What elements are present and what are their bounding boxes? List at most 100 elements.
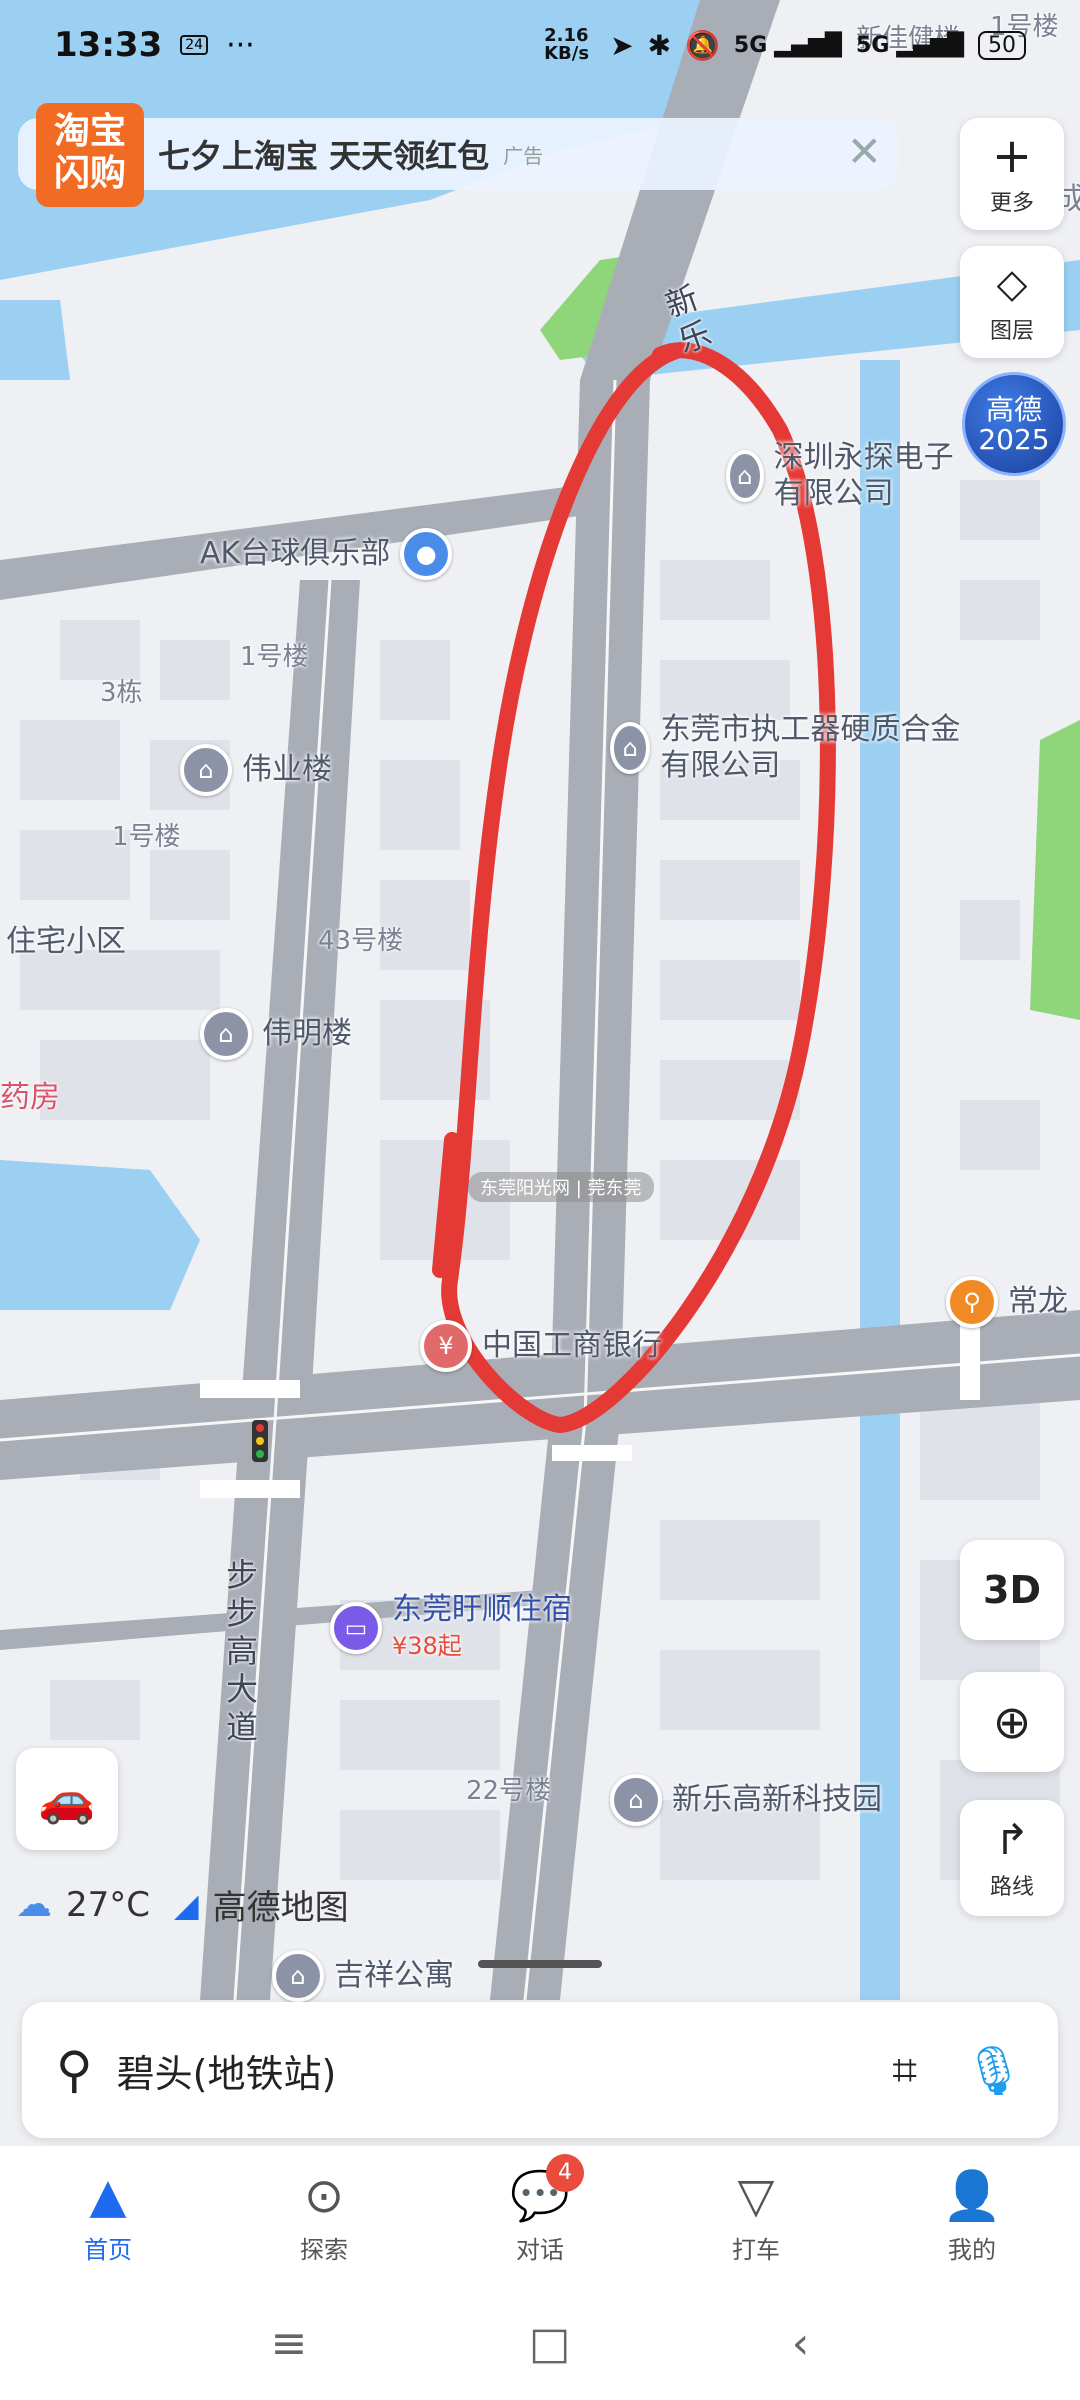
location-pin-icon: ⊙ — [303, 2167, 345, 2224]
route-button[interactable]: ↱ 路线 — [960, 1800, 1064, 1916]
poi-label: 中国工商银行 — [482, 1328, 662, 1363]
bank-icon: ¥ — [420, 1320, 472, 1372]
poi-weiming-building[interactable]: ⌂ 伟明楼 — [200, 1008, 352, 1060]
building-icon: ⌂ — [272, 1950, 324, 2002]
3d-label: 3D — [983, 1568, 1041, 1612]
poi-label: AK台球俱乐部 — [200, 536, 391, 571]
taxi-icon: ▽ — [737, 2167, 775, 2224]
map-label: 药房 — [0, 1080, 60, 1115]
poi-ak-billiards[interactable]: ● AK台球俱乐部 — [200, 528, 453, 580]
user-icon: 👤 — [942, 2167, 1002, 2224]
menu-icon[interactable]: ≡ — [271, 2318, 308, 2369]
route-label: 路线 — [989, 1875, 1034, 1900]
more-label: 更多 — [989, 191, 1034, 216]
ad-banner[interactable]: 淘宝 闪购 七夕上淘宝 天天领红包 广告 ✕ — [18, 103, 898, 207]
app-name: 高德地图 — [212, 1888, 349, 1928]
bottom-nav: ▲ 首页 ⊙ 探索 💬 4 对话 ▽ 打车 👤 我的 — [0, 2146, 1080, 2286]
car-icon: 🚗 — [38, 1771, 96, 1826]
poi-label: 东莞市执工器硬质合金有限公司 — [660, 712, 961, 783]
poi-dongguan-company[interactable]: ⌂ 东莞市执工器硬质合金有限公司 — [610, 712, 970, 784]
gaode-2025-badge[interactable]: 高德 2025 — [962, 372, 1066, 476]
tab-label: 我的 — [948, 2235, 996, 2264]
poi-jixiang-apartment[interactable]: ⌂ 吉祥公寓 — [272, 1950, 454, 2002]
poi-price: ¥38起 — [392, 1632, 462, 1660]
map-label: 住宅小区 — [6, 924, 126, 959]
poi-weiye-building[interactable]: ⌂ 伟业楼 — [180, 744, 332, 796]
poi-label: 伟业楼 — [242, 752, 332, 787]
poi-label: 吉祥公寓 — [334, 1958, 454, 1993]
signal-icon: 5G ▂▄▆█ — [855, 32, 964, 58]
building-icon: ⌂ — [610, 722, 651, 774]
poi-hotel[interactable]: ▭ 东莞盱顺住宿 ¥38起 — [330, 1592, 572, 1664]
poi-tech-park[interactable]: ⌂ 新乐高新科技园 — [610, 1774, 882, 1826]
hotel-icon: ▭ — [330, 1602, 382, 1654]
map-label: 43号楼 — [318, 926, 404, 956]
building-icon: ⌂ — [610, 1774, 662, 1826]
poi-label: 深圳永探电子有限公司 — [773, 440, 954, 511]
voice-mic-icon[interactable]: 🎙 — [963, 2042, 1024, 2099]
gaode-logo-icon: ◢ — [174, 1885, 199, 1924]
weather-widget[interactable]: ☁ 27°C ◢ 高德地图 — [16, 1880, 349, 1929]
rain-cloud-icon: ☁ — [16, 1884, 52, 1925]
poi-shenzhen-company[interactable]: ⌂ 深圳永探电子有限公司 — [726, 440, 976, 512]
weather-temp: 27°C — [66, 1884, 151, 1925]
mute-icon: 🔕 — [685, 28, 720, 62]
ad-text: 七夕上淘宝 天天领红包 — [158, 137, 490, 175]
3d-button[interactable]: 3D — [960, 1540, 1064, 1640]
bluetooth-icon: ✱ — [647, 28, 672, 62]
status-bar: 13:33 24 ··· 2.16 KB/s ➤ ✱ 🔕 5G ▂▄▆█ 5G … — [0, 0, 1080, 90]
search-bar[interactable]: ⚲ 碧头(地铁站) ⌗ 🎙 — [22, 2002, 1058, 2138]
calendar-icon: 24 — [180, 35, 209, 55]
more-button[interactable]: + 更多 — [960, 118, 1064, 230]
crosshair-icon: ⊕ — [992, 1695, 1032, 1749]
locate-button[interactable]: ⊕ — [960, 1672, 1064, 1772]
ad-tag: 广告 — [503, 143, 544, 168]
status-time: 13:33 — [54, 25, 163, 65]
navigation-arrow-icon: ▲ — [89, 2167, 127, 2224]
poi-label: 新乐高新科技园 — [672, 1782, 882, 1817]
tab-label: 首页 — [84, 2235, 132, 2264]
search-input[interactable]: 碧头(地铁站) — [117, 2043, 893, 2098]
tab-mine[interactable]: 👤 我的 — [902, 2168, 1042, 2265]
tab-explore[interactable]: ⊙ 探索 — [254, 2168, 394, 2265]
car-mode-button[interactable]: 🚗 — [16, 1748, 118, 1850]
map-label: 22号楼 — [466, 1776, 552, 1806]
signal-icon: 5G ▂▄▆█ — [733, 32, 842, 58]
map-label: 1号楼 — [112, 822, 181, 852]
plus-icon: + — [991, 128, 1033, 184]
scan-icon[interactable]: ⌗ — [892, 2045, 917, 2096]
search-icon: ⚲ — [56, 2041, 93, 2099]
route-icon: ↱ — [994, 1815, 1030, 1864]
home-square-icon[interactable]: □ — [529, 2318, 571, 2369]
poi-changlong[interactable]: ⚲ 常龙 — [946, 1276, 1068, 1328]
poi-icbc-bank[interactable]: ¥ 中国工商银行 — [420, 1320, 662, 1372]
building-icon: ⌂ — [200, 1008, 252, 1060]
chat-badge: 4 — [546, 2153, 584, 2192]
billiards-icon: ● — [400, 528, 453, 580]
net-speed: 2.16 KB/s — [544, 25, 590, 64]
battery-icon: 50 — [978, 30, 1026, 60]
taobao-logo: 淘宝 闪购 — [36, 103, 144, 207]
poi-label: 常龙 — [1008, 1284, 1068, 1319]
road-label-bubugao: 步步高大道 — [226, 1556, 259, 1746]
poi-label: 东莞盱顺住宿 — [392, 1592, 572, 1627]
tab-label: 对话 — [516, 2235, 564, 2264]
map-label: 3栋 — [100, 678, 143, 708]
building-icon: ⌂ — [726, 450, 764, 502]
location-icon: ➤ — [610, 28, 634, 62]
badge-line2: 2025 — [978, 423, 1050, 456]
layers-label: 图层 — [989, 319, 1034, 344]
tab-taxi[interactable]: ▽ 打车 — [686, 2168, 826, 2265]
map-label: 1号楼 — [240, 642, 309, 672]
back-chevron-icon[interactable]: ‹ — [792, 2318, 810, 2369]
more-dots-icon: ··· — [226, 27, 255, 63]
layers-button[interactable]: ◇ 图层 — [960, 246, 1064, 358]
tab-home[interactable]: ▲ 首页 — [38, 2168, 178, 2265]
sheet-handle[interactable] — [478, 1960, 602, 1968]
system-nav-bar: ≡ □ ‹ — [0, 2286, 1080, 2400]
tab-chat[interactable]: 💬 4 对话 — [470, 2153, 610, 2265]
poi-label: 伟明楼 — [262, 1016, 352, 1051]
close-icon[interactable]: ✕ — [847, 130, 882, 174]
tab-label: 探索 — [300, 2235, 348, 2264]
tab-label: 打车 — [732, 2235, 780, 2264]
